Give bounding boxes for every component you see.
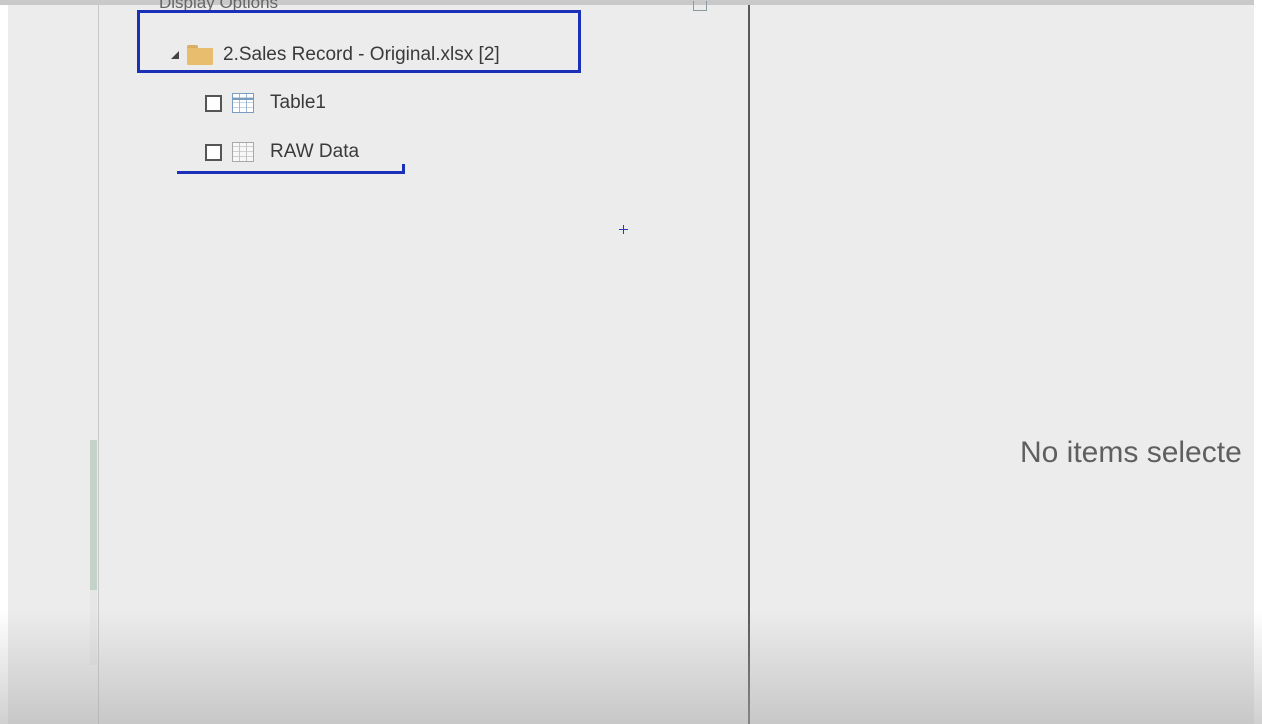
tree-item-label: Table1 xyxy=(270,92,326,113)
window-left-edge xyxy=(0,5,8,724)
table1-checkbox[interactable] xyxy=(205,94,222,112)
tree-item-raw-data[interactable]: RAW Data xyxy=(205,141,359,163)
preview-panel: No items selecte xyxy=(750,5,1254,724)
scrollbar-thumb[interactable] xyxy=(90,440,97,590)
annotation-underline-tick xyxy=(402,164,405,174)
refresh-icon[interactable] xyxy=(693,1,707,11)
table-icon xyxy=(232,93,254,113)
raw-data-checkbox[interactable] xyxy=(205,143,222,161)
sheet-icon xyxy=(232,142,254,162)
empty-preview-message: No items selecte xyxy=(1020,436,1242,469)
navigator-window: Display Options 2.Sales Record - Origina… xyxy=(0,0,1262,724)
navigator-panel: Display Options 2.Sales Record - Origina… xyxy=(98,0,749,724)
tree-item-table1[interactable]: Table1 xyxy=(205,92,326,114)
annotation-underline xyxy=(177,171,404,174)
window-right-edge xyxy=(1254,0,1262,724)
tree-item-label: RAW Data xyxy=(270,141,360,162)
annotation-box xyxy=(137,10,581,73)
cursor-crosshair-icon xyxy=(619,225,628,234)
